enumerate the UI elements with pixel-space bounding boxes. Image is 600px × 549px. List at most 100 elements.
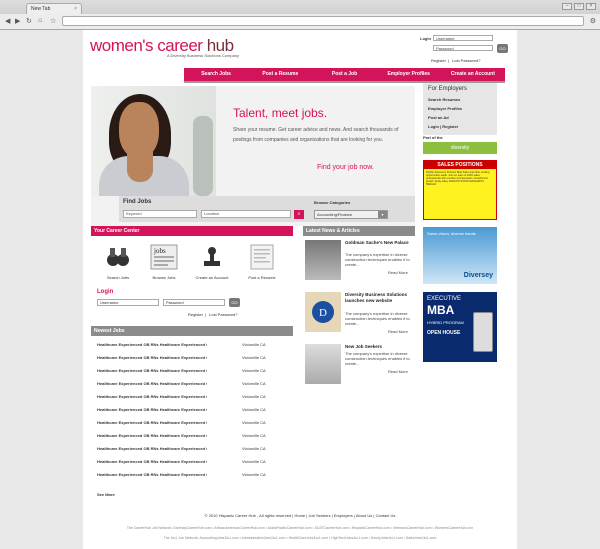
career-password-input[interactable]: Password: [163, 299, 225, 306]
hero-section: Talent, meet jobs. Share your resume. Ge…: [91, 86, 415, 226]
location-input[interactable]: Location: [201, 210, 291, 218]
logo-subtitle: A Diversity Business Solutions Company: [167, 53, 240, 58]
employer-link[interactable]: Post an Ad: [428, 115, 449, 120]
document-icon: [250, 244, 274, 270]
cc-browse-jobs[interactable]: jobs Browse Jobs: [143, 243, 185, 280]
list-item[interactable]: Healthcare Experienced OB RNs Healthcare…: [97, 407, 287, 413]
stamp-icon: [198, 244, 226, 270]
cc-create-account[interactable]: Create an Account: [191, 243, 233, 280]
employers-box: For Employers Search Resumes Employer Pr…: [423, 83, 497, 135]
settings-wrench-icon[interactable]: ⚙: [590, 17, 596, 25]
nav-employer-profiles[interactable]: Employer Profiles: [377, 68, 441, 81]
category-select[interactable]: Accounting/Finance ▾: [314, 210, 388, 219]
network-links-2[interactable]: The 1to1 Job Network: AccountingJobs1to1…: [83, 536, 517, 540]
page-content: women's career hub A Diversity Business …: [83, 30, 517, 549]
list-item[interactable]: Healthcare Experienced OB RNs Healthcare…: [97, 355, 287, 361]
copyright: © 2010 Hispanic Career Hub - All rights …: [204, 513, 292, 518]
window-controls: – □ ×: [562, 3, 596, 10]
browser-chrome: New Tab × – □ × ◀ ▶ ↻ ⌂ ☆ ⚙: [0, 0, 600, 30]
reload-icon[interactable]: ↻: [26, 17, 32, 25]
diversity-logo[interactable]: diversity: [423, 142, 497, 154]
cc-search-jobs[interactable]: Search Jobs: [97, 243, 139, 280]
employer-link[interactable]: Search Resumes: [428, 97, 460, 102]
employer-link[interactable]: Employer Profiles: [428, 106, 462, 111]
header-lost-password-link[interactable]: Lost Password?: [452, 58, 480, 63]
chevron-down-icon: ▾: [378, 211, 387, 218]
close-tab-icon[interactable]: ×: [74, 6, 77, 12]
list-item[interactable]: Healthcare Experienced OB RNs Healthcare…: [97, 446, 287, 452]
mba-ad[interactable]: EXECUTIVE MBA HYBRID PROGRAM OPEN HOUSE: [423, 292, 497, 362]
footer-link[interactable]: Employers: [334, 513, 353, 518]
cc-create-account-label: Create an Account: [195, 275, 229, 280]
nav-post-job[interactable]: Post a Job: [312, 68, 376, 81]
career-username-input[interactable]: Username: [97, 299, 159, 306]
news-header: Latest News & Articles: [303, 226, 415, 236]
browser-tab[interactable]: New Tab ×: [26, 3, 82, 14]
browser-toolbar: ◀ ▶ ↻ ⌂ ☆ ⚙: [0, 14, 600, 29]
header-go-button[interactable]: GO: [497, 44, 508, 53]
list-item[interactable]: Healthcare Experienced OB RNs Healthcare…: [97, 381, 287, 387]
browse-categories-label: Browse Categories: [314, 200, 351, 205]
footer-link[interactable]: Job Seekers: [308, 513, 330, 518]
hero-photo: [91, 86, 216, 196]
find-jobs-label: Find Jobs: [123, 199, 152, 205]
back-icon[interactable]: ◀: [5, 17, 10, 25]
header-password-input[interactable]: Password: [433, 45, 493, 51]
nav-create-account[interactable]: Create an Account: [441, 68, 505, 81]
news-image: D: [305, 292, 341, 332]
cc-search-jobs-label: Search Jobs: [106, 275, 130, 280]
list-item[interactable]: Healthcare Experienced OB RNs Healthcare…: [97, 472, 287, 478]
career-lost-password-link[interactable]: Lost Password?: [209, 312, 237, 317]
find-jobs-bar: Find Jobs Keyword Location ⌕ Browse Cate…: [119, 196, 415, 222]
svg-text:jobs: jobs: [153, 247, 166, 255]
home-icon[interactable]: ⌂: [38, 17, 42, 24]
employers-title: For Employers: [428, 86, 468, 92]
search-icon[interactable]: ⌕: [294, 210, 304, 219]
career-go-button[interactable]: GO: [229, 298, 240, 307]
tab-title: New Tab: [31, 6, 51, 12]
hero-headline: Talent, meet jobs.: [233, 106, 328, 120]
footer-link[interactable]: Contact Us: [376, 513, 396, 518]
nav-post-resume[interactable]: Post a Resume: [248, 68, 312, 81]
see-more-link[interactable]: See More: [97, 492, 115, 497]
network-links-1[interactable]: The CareerHub Job Network: DiversityCare…: [83, 526, 517, 530]
footer: © 2010 Hispanic Career Hub - All rights …: [204, 513, 396, 518]
footer-link[interactable]: About Us: [356, 513, 372, 518]
minimize-icon[interactable]: –: [562, 3, 572, 10]
hero-body: Share your resume. Get career advice and…: [233, 127, 399, 143]
list-item[interactable]: Healthcare Experienced OB RNs Healthcare…: [97, 394, 287, 400]
category-value: Accounting/Finance: [317, 212, 353, 217]
bookmark-star-icon[interactable]: ☆: [50, 17, 56, 25]
maximize-icon[interactable]: □: [574, 3, 584, 10]
employer-link[interactable]: Login | Register: [428, 124, 458, 129]
news-item[interactable]: Goldman Sache's New Palace The company's…: [305, 240, 417, 284]
news-item[interactable]: D Diversity Business Solutions launches …: [305, 292, 417, 336]
newspaper-icon: jobs: [150, 244, 178, 270]
news-item[interactable]: New Job Seekers The company's expertise …: [305, 344, 417, 388]
header-username-input[interactable]: Username: [433, 35, 493, 41]
close-window-icon[interactable]: ×: [586, 3, 596, 10]
list-item[interactable]: Healthcare Experienced OB RNs Healthcare…: [97, 433, 287, 439]
main-nav: Search Jobs Post a Resume Post a Job Emp…: [184, 68, 505, 83]
cc-post-resume-label: Post a Resume: [248, 275, 276, 280]
cc-post-resume[interactable]: Post a Resume: [241, 243, 283, 280]
list-item[interactable]: Healthcare Experienced OB RNs Healthcare…: [97, 342, 287, 348]
keyword-input[interactable]: Keyword: [123, 210, 197, 218]
nav-search-jobs[interactable]: Search Jobs: [184, 68, 248, 81]
diversey-ad[interactable]: Same vision, diverse hands Diversey: [423, 227, 497, 284]
list-item[interactable]: Healthcare Experienced OB RNs Healthcare…: [97, 368, 287, 374]
cc-browse-jobs-label: Browse Jobs: [152, 275, 176, 280]
hero-cta[interactable]: Find your job now.: [317, 164, 374, 171]
career-register-link[interactable]: Register: [188, 312, 203, 317]
forward-icon[interactable]: ▶: [15, 17, 20, 25]
list-item[interactable]: Healthcare Experienced OB RNs Healthcare…: [97, 459, 287, 465]
career-login-heading: Login: [97, 289, 114, 295]
address-bar[interactable]: [62, 16, 584, 26]
part-of-label: Part of the: [423, 135, 443, 140]
footer-link[interactable]: Home: [294, 513, 305, 518]
header-register-link[interactable]: Register: [431, 58, 446, 63]
sales-ad[interactable]: SALES POSITIONS Dolphin Discovery Pontoo…: [423, 160, 497, 220]
svg-text:D: D: [319, 307, 327, 319]
newest-jobs-header: Newest Jobs: [91, 326, 293, 336]
list-item[interactable]: Healthcare Experienced OB RNs Healthcare…: [97, 420, 287, 426]
